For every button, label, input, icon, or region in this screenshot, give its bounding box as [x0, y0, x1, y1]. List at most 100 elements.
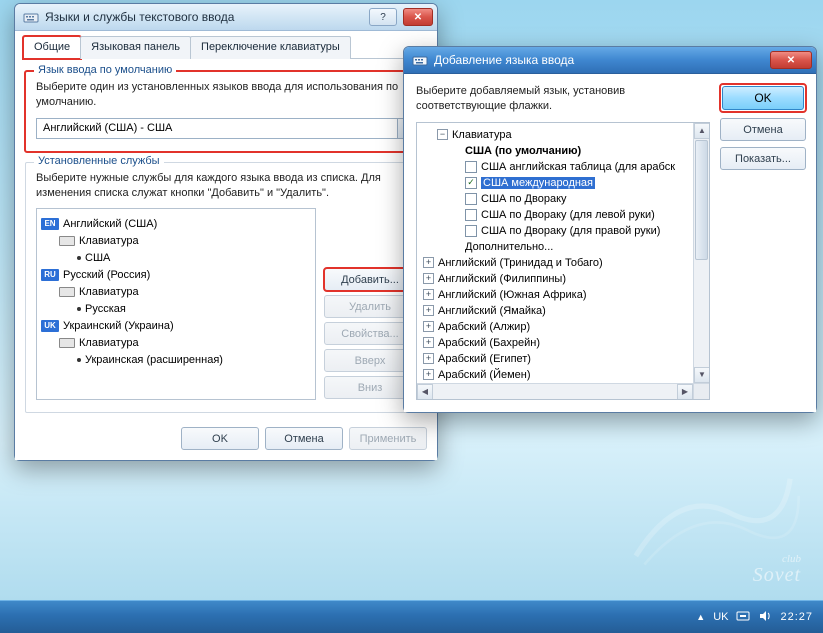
expander-minus-icon[interactable]: −: [437, 129, 448, 140]
collapsed-language-label: Арабский (Алжир): [438, 321, 530, 333]
default-language-legend: Язык ввода по умолчанию: [34, 64, 176, 76]
layout-option-label: США международная: [481, 177, 595, 189]
lang-badge-uk: UK: [41, 320, 59, 332]
tray-language-indicator[interactable]: UK: [713, 611, 728, 623]
win1-apply-button[interactable]: Применить: [349, 427, 427, 450]
expander-plus-icon[interactable]: +: [423, 337, 434, 348]
language-tree[interactable]: − Клавиатура США (по умолчанию) США англ…: [416, 122, 710, 400]
keyboard-icon: [59, 338, 75, 348]
layout-option[interactable]: США по Двораку: [423, 191, 707, 207]
scroll-right-icon[interactable]: ▶: [677, 384, 693, 400]
expander-plus-icon[interactable]: +: [423, 305, 434, 316]
scroll-corner: [693, 383, 709, 399]
expander-plus-icon[interactable]: +: [423, 321, 434, 332]
checkbox-icon[interactable]: [465, 193, 477, 205]
win2-titlebar[interactable]: Добавление языка ввода ✕: [404, 47, 816, 74]
expander-plus-icon[interactable]: +: [423, 353, 434, 364]
layout-option[interactable]: США английская таблица (для арабск: [423, 159, 707, 175]
layout-option-label: США по Двораку (для левой руки): [481, 209, 655, 221]
default-language-select[interactable]: Английский (США) - США ▼: [36, 118, 416, 139]
collapsed-language-node[interactable]: + Английский (Ямайка): [423, 303, 707, 319]
tab-key-switching-label: Переключение клавиатуры: [201, 41, 340, 53]
tray-overflow-icon[interactable]: ▲: [696, 612, 705, 622]
more-link[interactable]: Дополнительно...: [465, 241, 553, 253]
collapsed-language-label: Английский (Филиппины): [438, 273, 566, 285]
layout-option[interactable]: США по Двораку (для левой руки): [423, 207, 707, 223]
win2-title: Добавление языка ввода: [434, 53, 764, 67]
win1-help-button[interactable]: ?: [369, 8, 397, 26]
expander-plus-icon[interactable]: +: [423, 273, 434, 284]
tree-root-keyboard: Клавиатура: [452, 129, 512, 141]
tab-key-switching[interactable]: Переключение клавиатуры: [190, 36, 351, 59]
bullet-icon: [77, 256, 81, 260]
checkbox-icon[interactable]: [465, 161, 477, 173]
tab-general-label: Общие: [34, 41, 70, 53]
checkbox-icon[interactable]: ✓: [465, 177, 477, 189]
scroll-left-icon[interactable]: ◀: [417, 384, 433, 400]
collapsed-language-label: Английский (Южная Африка): [438, 289, 587, 301]
win2-ok-button[interactable]: OK: [722, 86, 804, 110]
tab-language-bar-label: Языковая панель: [91, 41, 180, 53]
tab-general[interactable]: Общие: [23, 36, 81, 59]
system-tray: ▲ UK 22:27: [686, 609, 823, 626]
collapsed-language-node[interactable]: + Арабский (Алжир): [423, 319, 707, 335]
add-input-language-window: Добавление языка ввода ✕ Выберите добавл…: [403, 46, 817, 413]
horizontal-scrollbar[interactable]: ◀ ▶: [417, 383, 693, 399]
collapsed-language-label: Арабский (Бахрейн): [438, 337, 540, 349]
installed-services-group: Установленные службы Выберите нужные слу…: [25, 162, 427, 414]
scroll-thumb[interactable]: [695, 140, 708, 260]
win2-cancel-button[interactable]: Отмена: [720, 118, 806, 141]
checkbox-icon[interactable]: [465, 209, 477, 221]
wallpaper-swirl: [623, 453, 803, 573]
expander-plus-icon[interactable]: +: [423, 257, 434, 268]
bullet-icon: [77, 307, 81, 311]
installed-services-desc: Выберите нужные службы для каждого языка…: [36, 171, 416, 201]
tray-volume-icon[interactable]: [758, 609, 772, 626]
checkbox-icon[interactable]: [465, 225, 477, 237]
default-language-value: Английский (США) - США: [37, 119, 397, 138]
layout-option[interactable]: ✓ США международная: [423, 175, 707, 191]
default-layout-label: США (по умолчанию): [465, 145, 581, 157]
installed-services-legend: Установленные службы: [34, 155, 164, 167]
keyboard-app-icon: [412, 52, 428, 68]
win1-close-button[interactable]: ✕: [403, 8, 433, 26]
taskbar[interactable]: ▲ UK 22:27: [0, 600, 823, 633]
lang-badge-ru: RU: [41, 269, 59, 281]
expander-plus-icon[interactable]: +: [423, 289, 434, 300]
win1-ok-button[interactable]: OK: [181, 427, 259, 450]
collapsed-language-label: Арабский (Йемен): [438, 369, 531, 381]
text-services-window: Языки и службы текстового ввода ? ✕ Общи…: [14, 3, 438, 461]
win1-titlebar[interactable]: Языки и службы текстового ввода ? ✕: [15, 4, 437, 31]
keyboard-icon: [59, 236, 75, 246]
kbd-label: Клавиатура: [79, 286, 139, 298]
tab-language-bar[interactable]: Языковая панель: [80, 36, 191, 59]
expander-plus-icon[interactable]: +: [423, 369, 434, 380]
scroll-up-icon[interactable]: ▲: [694, 123, 710, 139]
kbd-label: Клавиатура: [79, 337, 139, 349]
kbd-label: Клавиатура: [79, 235, 139, 247]
layout-option[interactable]: США по Двораку (для правой руки): [423, 223, 707, 239]
lang-uk-label: Украинский (Украина): [63, 320, 174, 332]
scroll-down-icon[interactable]: ▼: [694, 367, 710, 383]
vertical-scrollbar[interactable]: ▲ ▼: [693, 123, 709, 383]
collapsed-language-node[interactable]: + Английский (Филиппины): [423, 271, 707, 287]
win2-button-column: OK Отмена Показать...: [720, 84, 806, 400]
collapsed-language-label: Английский (Ямайка): [438, 305, 546, 317]
win2-show-button[interactable]: Показать...: [720, 147, 806, 170]
installed-services-tree[interactable]: ENАнглийский (США) Клавиатура США RUРусс…: [36, 208, 316, 400]
lang-badge-en: EN: [41, 218, 59, 230]
collapsed-language-node[interactable]: +Английский (Тринидад и Тобаго): [423, 255, 707, 271]
win1-cancel-button[interactable]: Отмена: [265, 427, 343, 450]
collapsed-language-node[interactable]: +Арабский (Египет): [423, 351, 707, 367]
tray-clock[interactable]: 22:27: [780, 611, 813, 623]
layout-option-label: США по Двораку: [481, 193, 567, 205]
win1-title: Языки и службы текстового ввода: [45, 10, 363, 24]
win2-close-button[interactable]: ✕: [770, 51, 812, 69]
lang-en-label: Английский (США): [63, 218, 157, 230]
collapsed-language-node[interactable]: + Арабский (Йемен): [423, 367, 707, 383]
tray-network-icon[interactable]: [736, 609, 750, 626]
collapsed-language-node[interactable]: + Арабский (Бахрейн): [423, 335, 707, 351]
layout-option-label: США английская таблица (для арабск: [481, 161, 675, 173]
collapsed-language-node[interactable]: + Английский (Южная Африка): [423, 287, 707, 303]
default-language-desc: Выберите один из установленных языков вв…: [36, 80, 416, 110]
